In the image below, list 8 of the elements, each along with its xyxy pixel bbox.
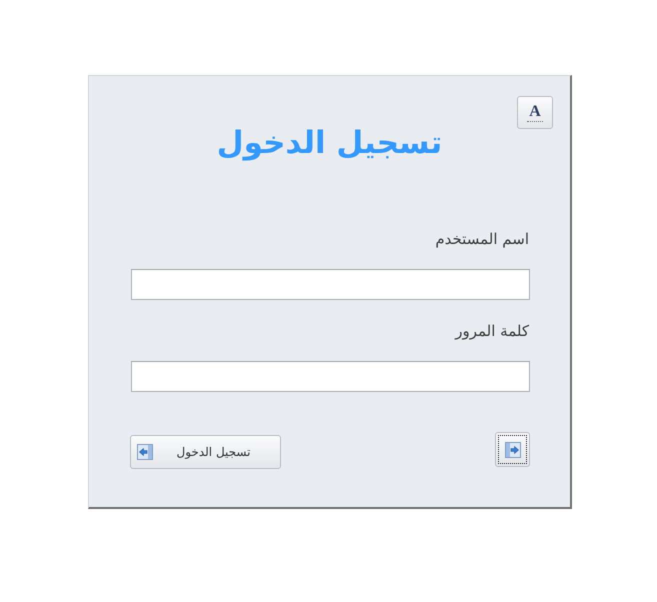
input-field[interactable] (131, 269, 530, 300)
heading: تسجيل الدخول (216, 124, 442, 163)
exit-button[interactable] (495, 432, 530, 467)
login-button[interactable]: تسجيل الدخول (130, 435, 281, 469)
font-button[interactable]: A (517, 96, 553, 129)
field-label: كلمة المرور (455, 321, 529, 341)
field-label: اسم المستخدم (435, 229, 529, 249)
input-field[interactable] (131, 361, 530, 392)
